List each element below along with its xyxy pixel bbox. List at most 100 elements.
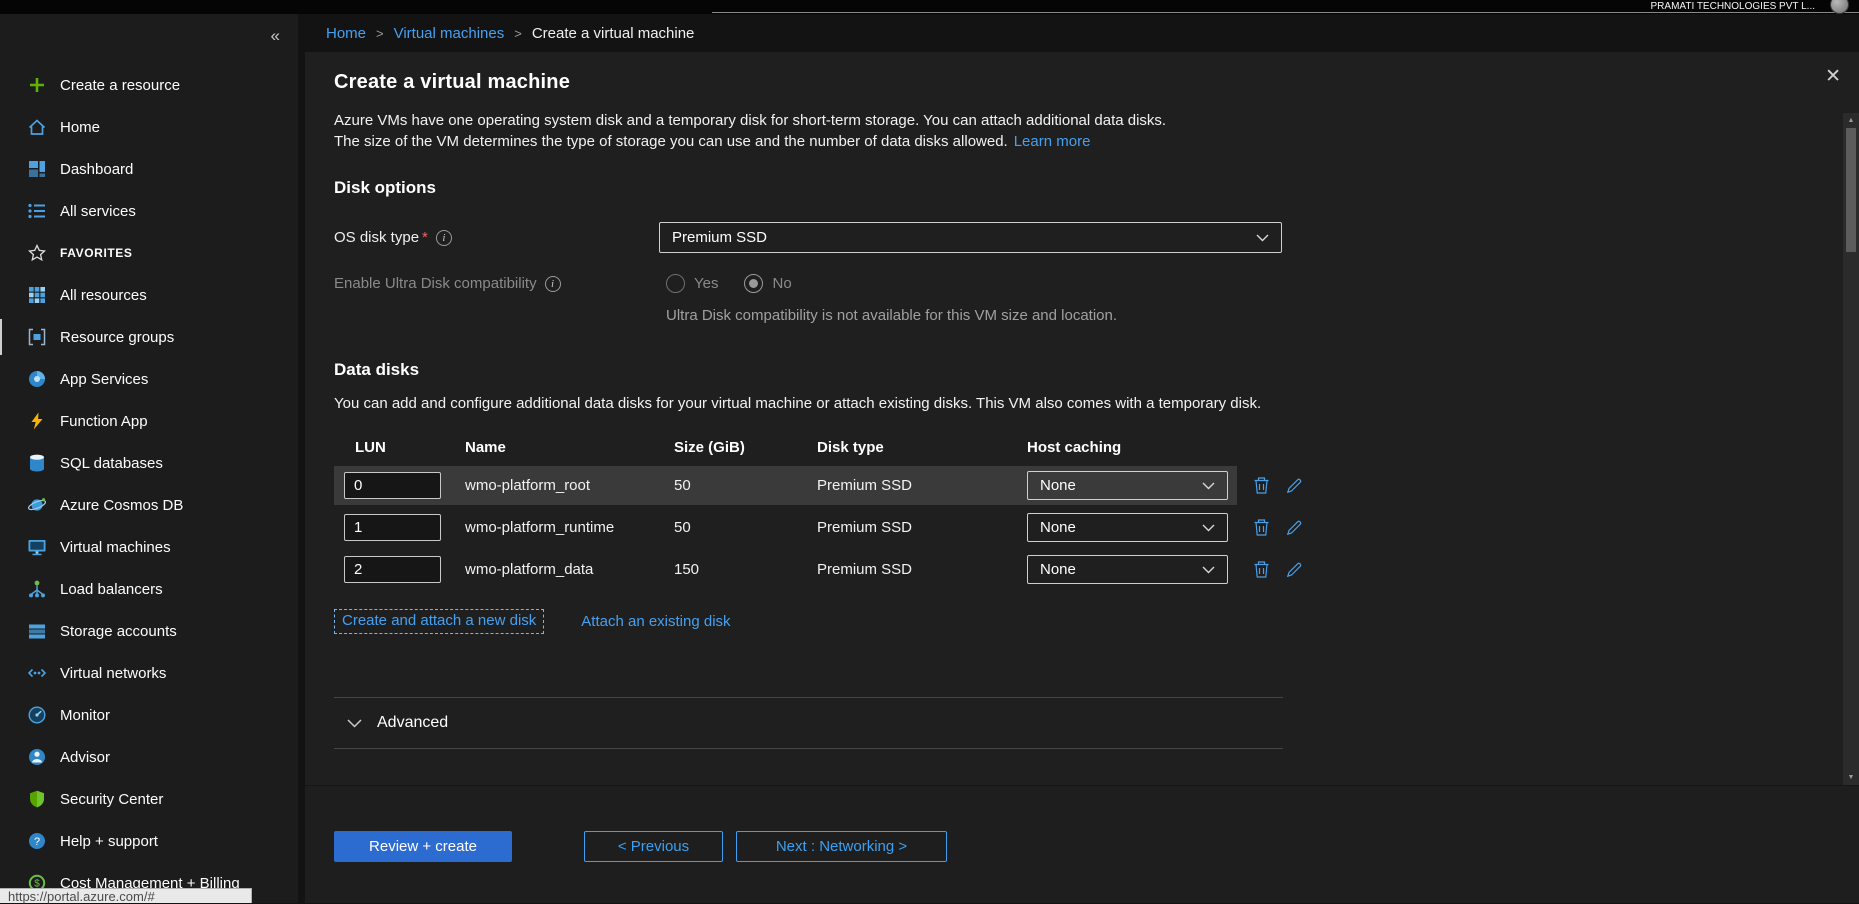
- scrollbar-up-icon[interactable]: ▲: [1843, 113, 1859, 128]
- sidebar-item-label: All services: [60, 203, 136, 220]
- scrollbar-down-icon[interactable]: ▼: [1843, 770, 1859, 785]
- sidebar-item-load-balancers[interactable]: Load balancers: [0, 568, 298, 610]
- lun-input[interactable]: [344, 556, 441, 583]
- sidebar-item-home[interactable]: Home: [0, 106, 298, 148]
- disk-name: wmo-platform_runtime: [465, 519, 674, 536]
- create-and-attach-disk-link[interactable]: Create and attach a new disk: [334, 609, 544, 634]
- sidebar-nav: Create a resource Home Dashboard All ser…: [0, 64, 298, 904]
- sidebar-item-all-resources[interactable]: All resources: [0, 274, 298, 316]
- sidebar-item-dashboard[interactable]: Dashboard: [0, 148, 298, 190]
- column-header-size: Size (GiB): [674, 439, 817, 456]
- sidebar-item-label: Storage accounts: [60, 623, 177, 640]
- sidebar-item-label: App Services: [60, 371, 148, 388]
- monitor-icon: [27, 705, 47, 725]
- disk-name: wmo-platform_data: [465, 561, 674, 578]
- previous-button[interactable]: < Previous: [584, 831, 723, 862]
- scrollbar-track[interactable]: [1843, 128, 1859, 770]
- sidebar-item-monitor[interactable]: Monitor: [0, 694, 298, 736]
- radio-unselected-icon: [666, 274, 685, 293]
- sidebar-item-advisor[interactable]: Advisor: [0, 736, 298, 778]
- ultra-disk-row: Enable Ultra Disk compatibility i Yes No: [334, 274, 1843, 293]
- column-header-name: Name: [465, 439, 674, 456]
- ultra-disk-radio-yes[interactable]: Yes: [666, 274, 718, 293]
- disk-links-row: Create and attach a new disk Attach an e…: [334, 609, 1843, 634]
- ultra-disk-radio-no[interactable]: No: [744, 274, 791, 293]
- virtual-networks-icon: [27, 663, 47, 683]
- sidebar-section-label: FAVORITES: [60, 246, 133, 260]
- edit-disk-icon[interactable]: [1283, 475, 1305, 497]
- sidebar-item-virtual-machines[interactable]: Virtual machines: [0, 526, 298, 568]
- breadcrumb-current: Create a virtual machine: [532, 25, 695, 42]
- ultra-disk-label: Enable Ultra Disk compatibility i: [334, 275, 659, 292]
- sidebar-item-help-support[interactable]: ? Help + support: [0, 820, 298, 862]
- host-caching-dropdown[interactable]: None: [1027, 555, 1228, 584]
- sidebar-item-resource-groups[interactable]: Resource groups: [0, 316, 298, 358]
- sidebar-item-create-a-resource[interactable]: Create a resource: [0, 64, 298, 106]
- os-disk-type-dropdown[interactable]: Premium SSD: [659, 222, 1282, 253]
- delete-disk-icon[interactable]: [1250, 559, 1272, 581]
- data-disks-heading: Data disks: [334, 360, 1843, 380]
- sidebar-item-app-services[interactable]: App Services: [0, 358, 298, 400]
- panel-scrollbar[interactable]: ▲ ▼: [1843, 113, 1859, 785]
- sidebar-item-sql-databases[interactable]: SQL databases: [0, 442, 298, 484]
- host-caching-dropdown[interactable]: None: [1027, 513, 1228, 542]
- info-icon[interactable]: i: [545, 276, 561, 292]
- cosmos-db-icon: [27, 495, 47, 515]
- sidebar-item-label: Help + support: [60, 833, 158, 850]
- required-marker: *: [422, 229, 428, 246]
- all-resources-icon: [27, 285, 47, 305]
- host-caching-value: None: [1040, 519, 1076, 536]
- delete-disk-icon[interactable]: [1250, 475, 1272, 497]
- divider: [334, 748, 1283, 749]
- intro-line-1: Azure VMs have one operating system disk…: [334, 113, 1314, 131]
- star-icon: [27, 243, 47, 263]
- sidebar-item-label: Security Center: [60, 791, 163, 808]
- sql-databases-icon: [27, 453, 47, 473]
- sidebar-item-function-app[interactable]: Function App: [0, 400, 298, 442]
- all-services-icon: [27, 201, 47, 221]
- sidebar-item-label: Monitor: [60, 707, 110, 724]
- sidebar-item-storage-accounts[interactable]: Storage accounts: [0, 610, 298, 652]
- next-networking-button[interactable]: Next : Networking >: [736, 831, 947, 862]
- app-services-icon: [27, 369, 47, 389]
- storage-accounts-icon: [27, 621, 47, 641]
- close-icon[interactable]: ✕: [1825, 65, 1841, 88]
- sidebar-item-label: Azure Cosmos DB: [60, 497, 183, 514]
- sidebar-item-virtual-networks[interactable]: Virtual networks: [0, 652, 298, 694]
- attach-existing-disk-link[interactable]: Attach an existing disk: [581, 613, 730, 630]
- edit-disk-icon[interactable]: [1283, 517, 1305, 539]
- svg-text:?: ?: [34, 836, 40, 848]
- ultra-disk-note: Ultra Disk compatibility is not availabl…: [666, 307, 1843, 324]
- breadcrumb-virtual-machines[interactable]: Virtual machines: [394, 25, 505, 42]
- advanced-section-toggle[interactable]: Advanced: [334, 698, 1283, 748]
- data-disks-table-header: LUN Name Size (GiB) Disk type Host cachi…: [334, 439, 1843, 456]
- disk-type: Premium SSD: [817, 477, 1027, 494]
- sidebar-item-all-services[interactable]: All services: [0, 190, 298, 232]
- info-icon[interactable]: i: [436, 230, 452, 246]
- chevron-down-icon: [1202, 566, 1215, 574]
- os-disk-type-value: Premium SSD: [672, 229, 767, 246]
- create-vm-panel: Create a virtual machine ✕ Azure VMs hav…: [305, 52, 1859, 903]
- learn-more-link[interactable]: Learn more: [1014, 133, 1091, 150]
- disks-tab-content: Azure VMs have one operating system disk…: [305, 113, 1843, 785]
- scrollbar-thumb[interactable]: [1846, 128, 1856, 252]
- disk-type: Premium SSD: [817, 519, 1027, 536]
- lun-input[interactable]: [344, 472, 441, 499]
- host-caching-dropdown[interactable]: None: [1027, 471, 1228, 500]
- breadcrumb-home[interactable]: Home: [326, 25, 366, 42]
- page-title: Create a virtual machine: [334, 71, 570, 94]
- top-bar-divider: [712, 12, 1859, 13]
- host-caching-value: None: [1040, 477, 1076, 494]
- lun-input[interactable]: [344, 514, 441, 541]
- advisor-icon: [27, 747, 47, 767]
- delete-disk-icon[interactable]: [1250, 517, 1272, 539]
- chevron-down-icon: [347, 719, 362, 728]
- sidebar-item-security-center[interactable]: Security Center: [0, 778, 298, 820]
- disk-type: Premium SSD: [817, 561, 1027, 578]
- sidebar-item-azure-cosmos-db[interactable]: Azure Cosmos DB: [0, 484, 298, 526]
- edit-disk-icon[interactable]: [1283, 559, 1305, 581]
- sidebar-collapse-icon[interactable]: «: [271, 26, 280, 46]
- sidebar-item-label: Resource groups: [60, 329, 174, 346]
- sidebar-item-label: Dashboard: [60, 161, 133, 178]
- review-create-button[interactable]: Review + create: [334, 831, 512, 862]
